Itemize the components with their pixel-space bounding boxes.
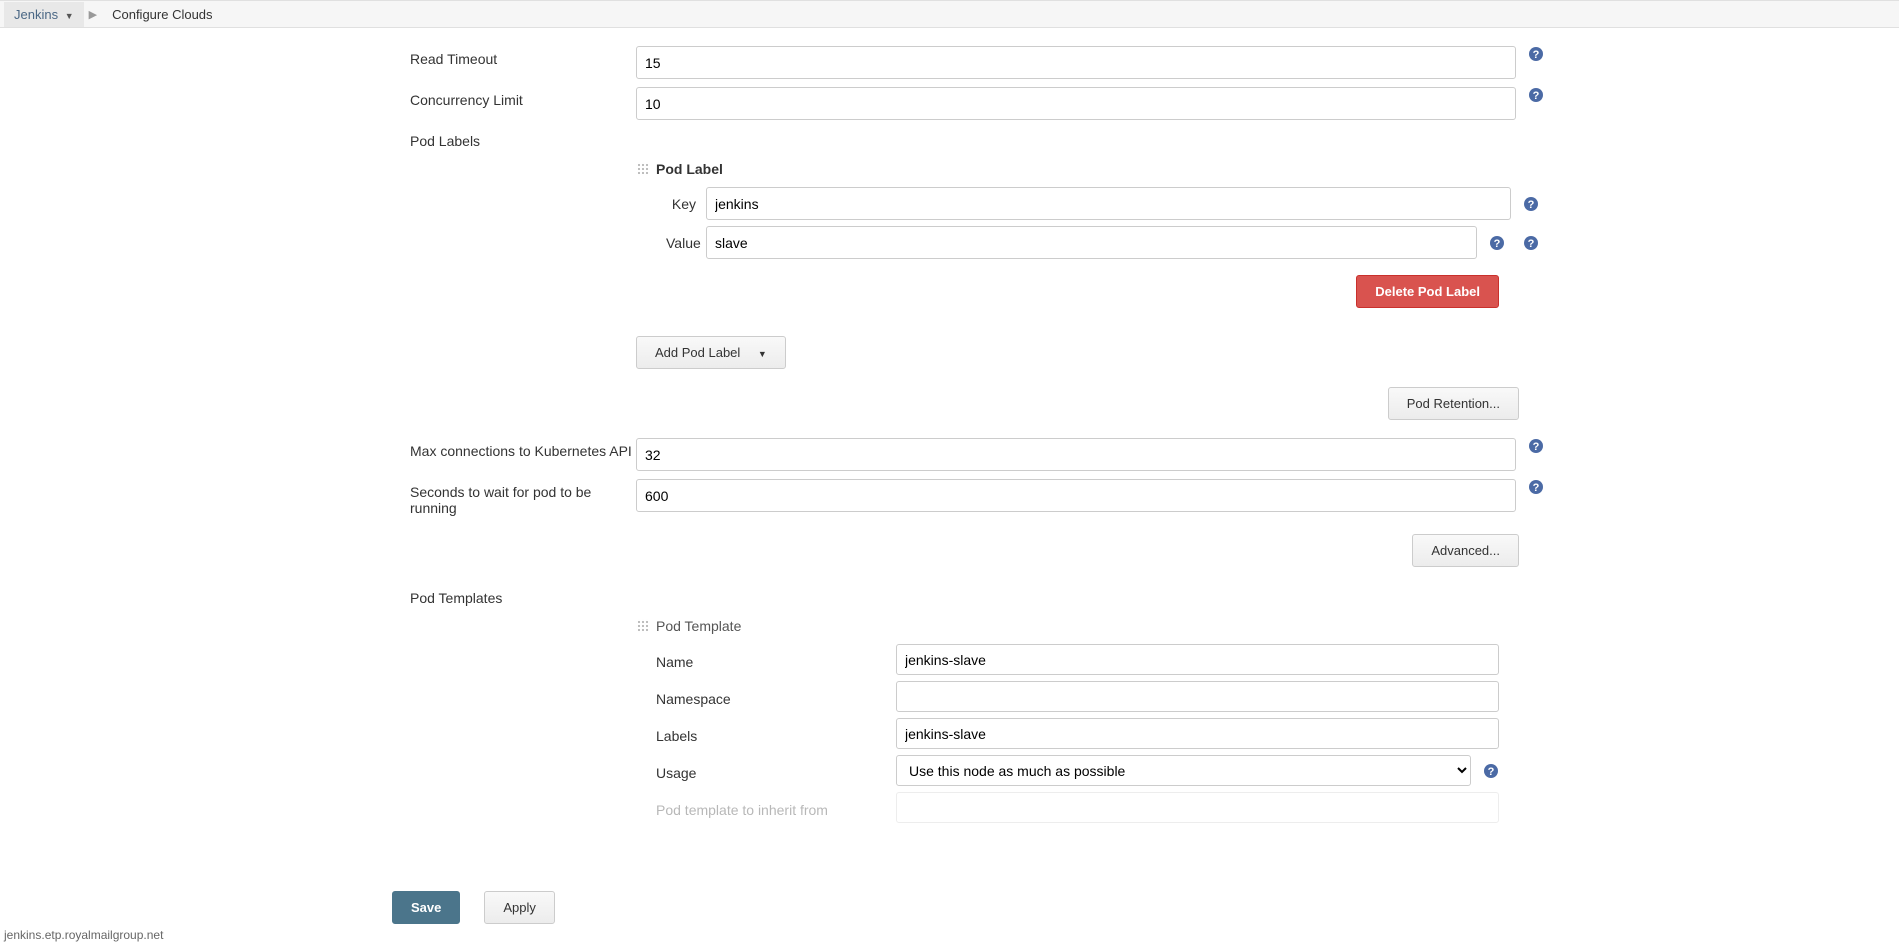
max-connections-label: Max connections to Kubernetes API [410, 438, 636, 459]
wait-seconds-input[interactable] [636, 479, 1516, 512]
help-icon[interactable]: ? [1528, 87, 1544, 103]
svg-text:?: ? [1533, 49, 1540, 61]
apply-button[interactable]: Apply [484, 891, 555, 924]
svg-text:?: ? [1533, 482, 1540, 494]
concurrency-limit-input[interactable] [636, 87, 1516, 120]
template-inherit-input[interactable] [896, 792, 1499, 823]
pod-label-header: Pod Label [656, 161, 723, 177]
concurrency-limit-label: Concurrency Limit [410, 87, 636, 108]
help-icon[interactable]: ? [1523, 235, 1539, 251]
wait-seconds-label: Seconds to wait for pod to be running [410, 479, 636, 516]
add-pod-label-button[interactable]: Add Pod Label ▼ [636, 336, 786, 369]
save-button[interactable]: Save [392, 891, 460, 924]
breadcrumb: Jenkins ▼ ▶ Configure Clouds [0, 0, 1899, 28]
breadcrumb-root-label: Jenkins [14, 7, 58, 22]
chevron-down-icon: ▼ [65, 11, 74, 21]
template-labels-label: Labels [656, 723, 896, 744]
template-namespace-input[interactable] [896, 681, 1499, 712]
template-labels-input[interactable] [896, 718, 1499, 749]
help-icon[interactable]: ? [1523, 196, 1539, 212]
pod-retention-button[interactable]: Pod Retention... [1388, 387, 1519, 420]
template-usage-select[interactable]: Use this node as much as possible [896, 755, 1471, 786]
configure-form: Read Timeout ? Concurrency Limit ? Pod L… [0, 28, 1899, 909]
pod-label-value-label: Value [666, 235, 706, 251]
read-timeout-input[interactable] [636, 46, 1516, 79]
template-name-input[interactable] [896, 644, 1499, 675]
add-pod-label-button-label: Add Pod Label [655, 345, 740, 360]
help-icon[interactable]: ? [1483, 763, 1499, 779]
svg-text:?: ? [1533, 441, 1540, 453]
template-name-label: Name [656, 649, 896, 670]
chevron-down-icon: ▼ [758, 349, 767, 359]
svg-text:?: ? [1528, 199, 1535, 211]
template-inherit-label: Pod template to inherit from [656, 797, 896, 818]
pod-template-header: Pod Template [656, 618, 741, 634]
form-actions: Save Apply [0, 891, 1899, 924]
help-icon[interactable]: ? [1528, 479, 1544, 495]
advanced-button[interactable]: Advanced... [1412, 534, 1519, 567]
svg-text:?: ? [1533, 90, 1540, 102]
pod-label-chunk: Pod Label Key ? Value ? ? [636, 157, 1539, 259]
pod-templates-label: Pod Templates [410, 585, 636, 606]
status-bar-url: jenkins.etp.royalmailgroup.net [4, 928, 163, 942]
pod-label-value-input[interactable] [706, 226, 1477, 259]
pod-label-key-input[interactable] [706, 187, 1511, 220]
help-icon[interactable]: ? [1528, 46, 1544, 62]
drag-handle-icon[interactable] [636, 162, 650, 176]
svg-text:?: ? [1488, 766, 1495, 778]
help-icon[interactable]: ? [1528, 438, 1544, 454]
chevron-right-icon: ▶ [84, 8, 102, 21]
template-namespace-label: Namespace [656, 686, 896, 707]
svg-text:?: ? [1528, 238, 1535, 250]
pod-label-key-label: Key [666, 196, 706, 212]
read-timeout-label: Read Timeout [410, 46, 636, 67]
breadcrumb-root[interactable]: Jenkins ▼ [4, 2, 84, 27]
breadcrumb-current: Configure Clouds [102, 2, 222, 27]
drag-handle-icon[interactable] [636, 619, 650, 633]
help-icon[interactable]: ? [1489, 235, 1505, 251]
max-connections-input[interactable] [636, 438, 1516, 471]
template-usage-label: Usage [656, 760, 896, 781]
svg-text:?: ? [1494, 238, 1501, 250]
delete-pod-label-button[interactable]: Delete Pod Label [1356, 275, 1499, 308]
pod-template-chunk: Pod Template Name Namespace Labels Usage [636, 614, 1499, 823]
pod-labels-label: Pod Labels [410, 128, 636, 149]
